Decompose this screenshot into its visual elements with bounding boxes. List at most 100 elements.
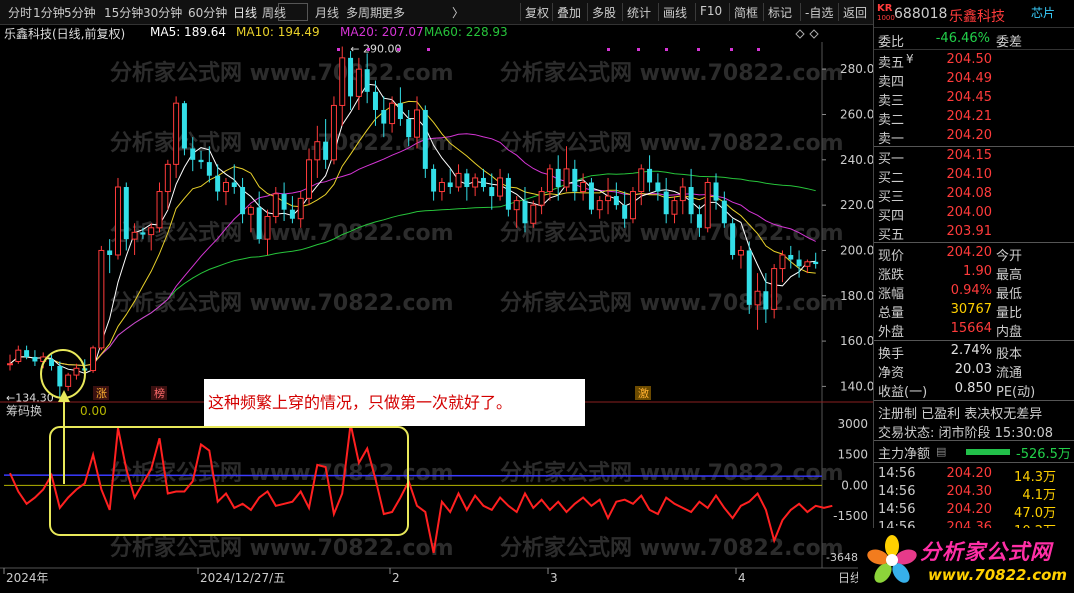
stat-value: 0.850	[954, 381, 992, 396]
watermark-text: 分析家公式网 www.70822.com	[500, 60, 844, 86]
candle-body-down	[613, 196, 619, 206]
watermark-text: 分析家公式网 www.70822.com	[110, 535, 454, 561]
low-price-mark: ←134.30	[6, 391, 54, 404]
watermark-text: 分析家公式网 www.70822.com	[500, 290, 844, 316]
candle-body-down	[522, 200, 528, 224]
candle-body-down	[107, 250, 113, 255]
candle-body-down	[730, 223, 736, 255]
candle-body-up	[671, 200, 678, 215]
candle-body-up	[779, 254, 786, 270]
ask-level-label: 卖三	[878, 94, 905, 109]
candle-body-up	[164, 163, 171, 193]
toolbar-divider	[622, 3, 623, 21]
indicator-tick-label: -1500	[833, 509, 868, 523]
period-tab-9[interactable]: 多周期	[346, 4, 382, 21]
candle-body-up	[563, 168, 570, 188]
tool-button-9[interactable]: 返回	[843, 4, 867, 21]
tick-time: 14:56	[878, 484, 916, 499]
main-net-label: 主力净额	[878, 447, 931, 462]
candle-body-down	[190, 148, 196, 160]
candle-body-down	[32, 356, 38, 362]
candle-body-down	[655, 182, 661, 192]
candle-body-down	[572, 168, 578, 192]
sector-tag[interactable]: 芯片	[1031, 4, 1055, 21]
candle-body-down	[206, 162, 212, 176]
more-chevron-icon[interactable]: 〉	[452, 4, 464, 21]
watermark-text: 分析家公式网 www.70822.com	[500, 535, 844, 561]
tool-button-8[interactable]: -自选	[805, 4, 833, 21]
candle-body-down	[123, 187, 129, 240]
tool-button-3[interactable]: 统计	[627, 4, 651, 21]
tool-button-7[interactable]: 标记	[768, 4, 792, 21]
toolbar-divider	[838, 3, 839, 21]
ma20-label: MA20: 207.07	[340, 25, 424, 39]
period-tab-8[interactable]: 月线	[315, 4, 339, 21]
divider	[874, 462, 1074, 463]
indicator-name: 筹码换	[6, 404, 42, 418]
candle-body-up	[90, 347, 97, 372]
tool-button-0[interactable]: 复权	[525, 4, 549, 21]
toolbar-divider	[800, 3, 801, 21]
divider	[874, 440, 1074, 441]
tool-button-4[interactable]: 画线	[663, 4, 687, 21]
tick-price: 204.20	[946, 466, 993, 481]
bid-price: 204.15	[946, 148, 993, 163]
tick-volume: 4.1万	[1022, 488, 1056, 503]
candle-body-up	[306, 159, 313, 199]
main-chart[interactable]: 分析家公式网 www.70822.com 分析家公式网 www.70822.com…	[0, 0, 873, 590]
period-tab-3[interactable]: 15分钟	[104, 4, 143, 21]
bid-price: 204.00	[946, 205, 993, 220]
period-tab-5[interactable]: 60分钟	[188, 4, 227, 21]
period-tab-1[interactable]: 1分钟	[33, 4, 65, 21]
candle-body-down	[364, 69, 370, 92]
candle-body-up	[15, 349, 22, 362]
watermark-text: 分析家公式网 www.70822.com	[500, 130, 844, 156]
candle-body-up	[629, 191, 636, 220]
candle-body-down	[489, 187, 495, 197]
ask-flag: ¥	[906, 52, 914, 66]
candle-body-up	[754, 290, 761, 306]
period-tab-2[interactable]: 5分钟	[64, 4, 96, 21]
candle-body-up	[455, 172, 462, 188]
tool-button-1[interactable]: 叠加	[557, 4, 581, 21]
ma5-label: MA5: 189.64	[150, 25, 227, 39]
candle-body-down	[622, 205, 628, 219]
toolbar-divider	[587, 3, 588, 21]
watermark-text: 分析家公式网 www.70822.com	[110, 460, 454, 486]
candle-body-down	[240, 187, 246, 215]
candle-body-down	[713, 182, 719, 201]
toolbar-divider	[520, 3, 521, 21]
period-tab-10[interactable]: 更多	[381, 4, 405, 21]
period-tab-4[interactable]: 30分钟	[143, 4, 182, 21]
price-tick-label: 260.0	[840, 108, 873, 122]
candle-body-up	[148, 227, 155, 236]
candle-body-up	[438, 181, 445, 193]
candle-body-down	[746, 250, 752, 305]
tool-button-6[interactable]: 简框	[734, 4, 758, 21]
divider	[874, 340, 1074, 341]
tool-button-2[interactable]: 多股	[592, 4, 616, 21]
price-tick-label: 200.0	[840, 243, 873, 257]
bid-price: 204.10	[946, 167, 993, 182]
candle-body-up	[605, 195, 612, 202]
candle-body-up	[472, 177, 479, 188]
main-net-value: -526.5万	[1016, 447, 1071, 462]
stat-label: 现价	[878, 249, 905, 264]
candle-body-down	[57, 366, 63, 387]
candle-body-up	[737, 249, 744, 256]
candle-body-down	[140, 232, 146, 235]
candle-body-up	[804, 261, 811, 267]
candle-body-up	[131, 231, 138, 240]
signal-dot	[367, 48, 370, 51]
candle-body-down	[763, 291, 769, 310]
candle-body-up	[247, 206, 254, 215]
list-icon[interactable]: ▤	[936, 445, 946, 458]
candle-body-up	[546, 168, 553, 193]
period-tab-0[interactable]: 分时	[8, 4, 32, 21]
register-info: 注册制 已盈利 表决权无差异	[878, 407, 1043, 422]
candle-body-down	[372, 91, 378, 110]
tool-button-5[interactable]: F10	[700, 4, 722, 18]
indicator-value: 0.00	[80, 404, 107, 418]
period-tab-6[interactable]: 日线	[233, 4, 257, 21]
indicator-tick-label: 3000	[837, 417, 868, 431]
